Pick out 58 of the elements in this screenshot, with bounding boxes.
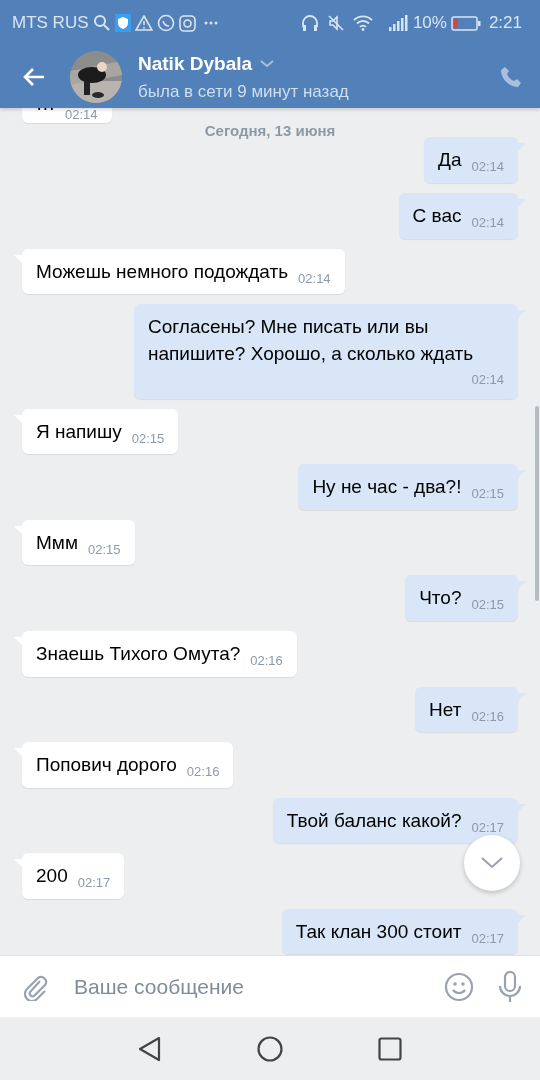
message-time: 02:14 <box>471 215 504 230</box>
message-time: 02:16 <box>186 764 220 780</box>
chat-icon <box>156 14 175 32</box>
carrier-name: MTS RUS <box>12 12 89 35</box>
message-text: Твой баланс какой? <box>286 809 462 831</box>
message-text: Так клан 300 стоит <box>295 920 462 942</box>
mute-icon <box>326 14 345 32</box>
message-time: 02:14 <box>65 108 98 122</box>
message-text: Попович дорого <box>36 754 177 776</box>
message-time: 02:15 <box>131 430 165 446</box>
message-time: 02:14 <box>470 371 504 390</box>
message-time: 02:15 <box>471 597 504 613</box>
message-text: ··· <box>36 108 55 118</box>
message-time: 02:16 <box>250 652 283 668</box>
camera-icon <box>178 14 196 32</box>
warning-icon <box>134 15 153 31</box>
last-seen-status: была в сети 9 минут назад <box>138 80 350 103</box>
emoji-icon[interactable] <box>444 971 474 1002</box>
contact-name[interactable]: Natik Dybala <box>138 50 253 79</box>
message-time: 02:17 <box>471 819 504 835</box>
shield-icon <box>114 14 131 32</box>
signal-icon <box>388 15 409 31</box>
battery-percent: 10% <box>412 12 447 35</box>
battery-icon <box>450 15 481 31</box>
message-text: Знаешь Тихого Омута? <box>36 642 241 664</box>
message-text: С вас <box>412 205 462 226</box>
scroll-down-button[interactable] <box>464 835 520 891</box>
message-time: 02:15 <box>471 486 504 502</box>
microphone-icon[interactable] <box>498 970 522 1003</box>
message-time: 02:15 <box>87 541 121 557</box>
message-text: Согласены? Мне писать или вы напишите? Хорошо, а сколько ждать <box>148 316 474 364</box>
message-time: 02:14 <box>298 270 331 286</box>
message-text: Да <box>438 149 462 171</box>
message-time: 02:14 <box>471 159 504 175</box>
phone-icon[interactable] <box>500 66 522 88</box>
headphones-icon <box>300 14 319 32</box>
date-label: Сегодня, 13 июня <box>204 121 336 139</box>
chevron-down-icon[interactable] <box>260 60 275 69</box>
message-text: 200 <box>36 865 68 887</box>
message-text: Что? <box>419 587 462 609</box>
message-time: 02:17 <box>77 875 111 891</box>
chevron-down-icon <box>481 857 503 869</box>
message-text: Ну не час - два?! <box>312 476 462 498</box>
message-text: Ммм <box>36 531 78 553</box>
message-text: Можешь немного подождать <box>36 260 289 282</box>
clock: 2:21 <box>488 12 522 35</box>
message-time: 02:16 <box>471 708 504 724</box>
back-icon[interactable] <box>22 67 46 87</box>
home-nav-icon[interactable] <box>257 1035 283 1062</box>
more-icon <box>203 21 218 25</box>
search-icon <box>92 14 111 32</box>
scrollbar[interactable] <box>535 406 539 601</box>
back-nav-icon[interactable] <box>138 1035 162 1062</box>
recents-nav-icon[interactable] <box>378 1036 402 1061</box>
message-text: Я напишу <box>36 420 122 442</box>
message-time: 02:17 <box>471 930 504 946</box>
wifi-icon <box>352 15 373 31</box>
message-text: Нет <box>429 698 462 720</box>
